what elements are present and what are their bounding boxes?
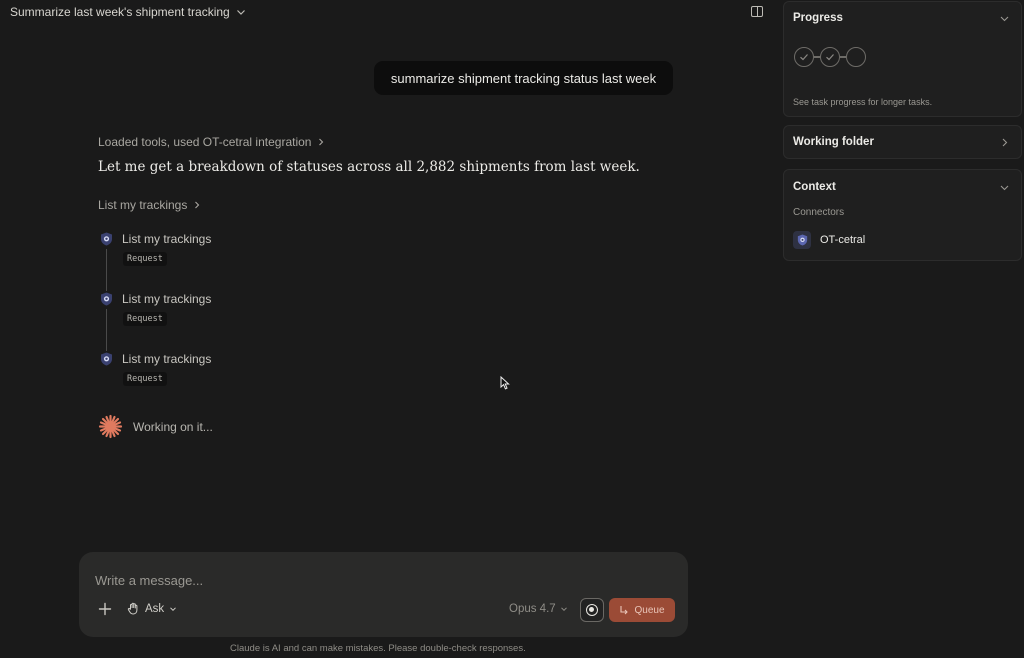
connector-name: OT-cetral	[820, 234, 866, 246]
step-connector-line	[106, 249, 107, 291]
chevron-down-icon	[560, 607, 567, 612]
progress-step-done	[820, 47, 840, 67]
mode-select-button[interactable]: Ask	[127, 602, 177, 615]
enter-arrow-icon	[620, 606, 629, 615]
context-title: Context	[793, 181, 836, 193]
connectors-label: Connectors	[793, 207, 845, 218]
chevron-down-icon[interactable]	[1000, 183, 1009, 192]
check-icon	[826, 54, 834, 61]
progress-step-pending	[846, 47, 866, 67]
step-connector-line	[106, 309, 107, 351]
chat-title-dropdown[interactable]: Summarize last week's shipment tracking	[10, 5, 246, 19]
chevron-right-icon	[319, 138, 324, 146]
app-root: Summarize last week's shipment tracking …	[0, 0, 1024, 658]
stop-icon	[586, 604, 598, 616]
context-panel: Context Connectors OT-cetral	[783, 169, 1022, 261]
working-folder-panel[interactable]: Working folder	[783, 125, 1022, 159]
progress-step-done	[794, 47, 814, 67]
progress-note: See task progress for longer tasks.	[793, 97, 933, 107]
tools-summary-toggle[interactable]: Loaded tools, used OT-cetral integration	[98, 135, 325, 149]
progress-panel: Progress See task progress for longer ta…	[783, 1, 1022, 117]
user-message-text: summarize shipment tracking status last …	[390, 70, 657, 86]
working-indicator: Working on it...	[98, 414, 213, 439]
model-select[interactable]: Opus 4.7	[509, 603, 568, 615]
check-icon	[800, 54, 808, 61]
progress-title: Progress	[793, 12, 843, 24]
disclaimer-text: Claude is AI and can make mistakes. Plea…	[230, 643, 526, 654]
connector-item[interactable]: OT-cetral	[793, 231, 865, 249]
queue-button[interactable]: Queue	[609, 598, 675, 622]
chevron-down-icon	[236, 10, 245, 15]
shield-icon	[101, 352, 112, 366]
connector-logo	[793, 231, 811, 249]
add-attachment-button[interactable]	[98, 602, 112, 616]
spark-icon	[98, 414, 123, 439]
chevron-right-icon	[1002, 138, 1008, 147]
shield-icon	[101, 232, 112, 246]
model-label: Opus 4.7	[509, 603, 556, 615]
tool-call-name: List my trackings	[122, 292, 212, 306]
shield-icon	[797, 234, 807, 246]
stop-button[interactable]	[580, 598, 604, 622]
message-input[interactable]	[95, 571, 555, 589]
message-composer: Ask Opus 4.7 Queue	[79, 552, 688, 637]
shield-icon	[101, 292, 112, 306]
request-tag[interactable]: Request	[123, 252, 167, 266]
chevron-down-icon[interactable]	[1000, 14, 1009, 23]
working-status-text: Working on it...	[133, 419, 213, 434]
mouse-pointer-icon	[500, 376, 510, 390]
tools-summary-text: Loaded tools, used OT-cetral integration	[98, 135, 312, 149]
request-tag[interactable]: Request	[123, 372, 167, 386]
tool-group-label: List my trackings	[98, 198, 188, 212]
sidebar-toggle-icon[interactable]	[751, 6, 763, 17]
working-folder-title: Working folder	[793, 136, 874, 148]
progress-steps	[794, 47, 866, 67]
tool-call-name: List my trackings	[122, 352, 212, 366]
request-tag[interactable]: Request	[123, 312, 167, 326]
chevron-down-icon	[170, 606, 177, 611]
chat-title-text: Summarize last week's shipment tracking	[10, 5, 230, 19]
chevron-right-icon	[195, 201, 200, 209]
hand-icon	[127, 602, 138, 615]
plus-icon	[98, 602, 112, 616]
queue-label: Queue	[634, 604, 665, 616]
mode-label: Ask	[145, 602, 165, 615]
tool-group-toggle[interactable]: List my trackings	[98, 198, 201, 212]
assistant-message: Let me get a breakdown of statuses acros…	[98, 159, 640, 175]
user-message-bubble: summarize shipment tracking status last …	[374, 61, 673, 95]
tool-call-name: List my trackings	[122, 232, 212, 246]
top-bar: Summarize last week's shipment tracking	[0, 0, 775, 24]
